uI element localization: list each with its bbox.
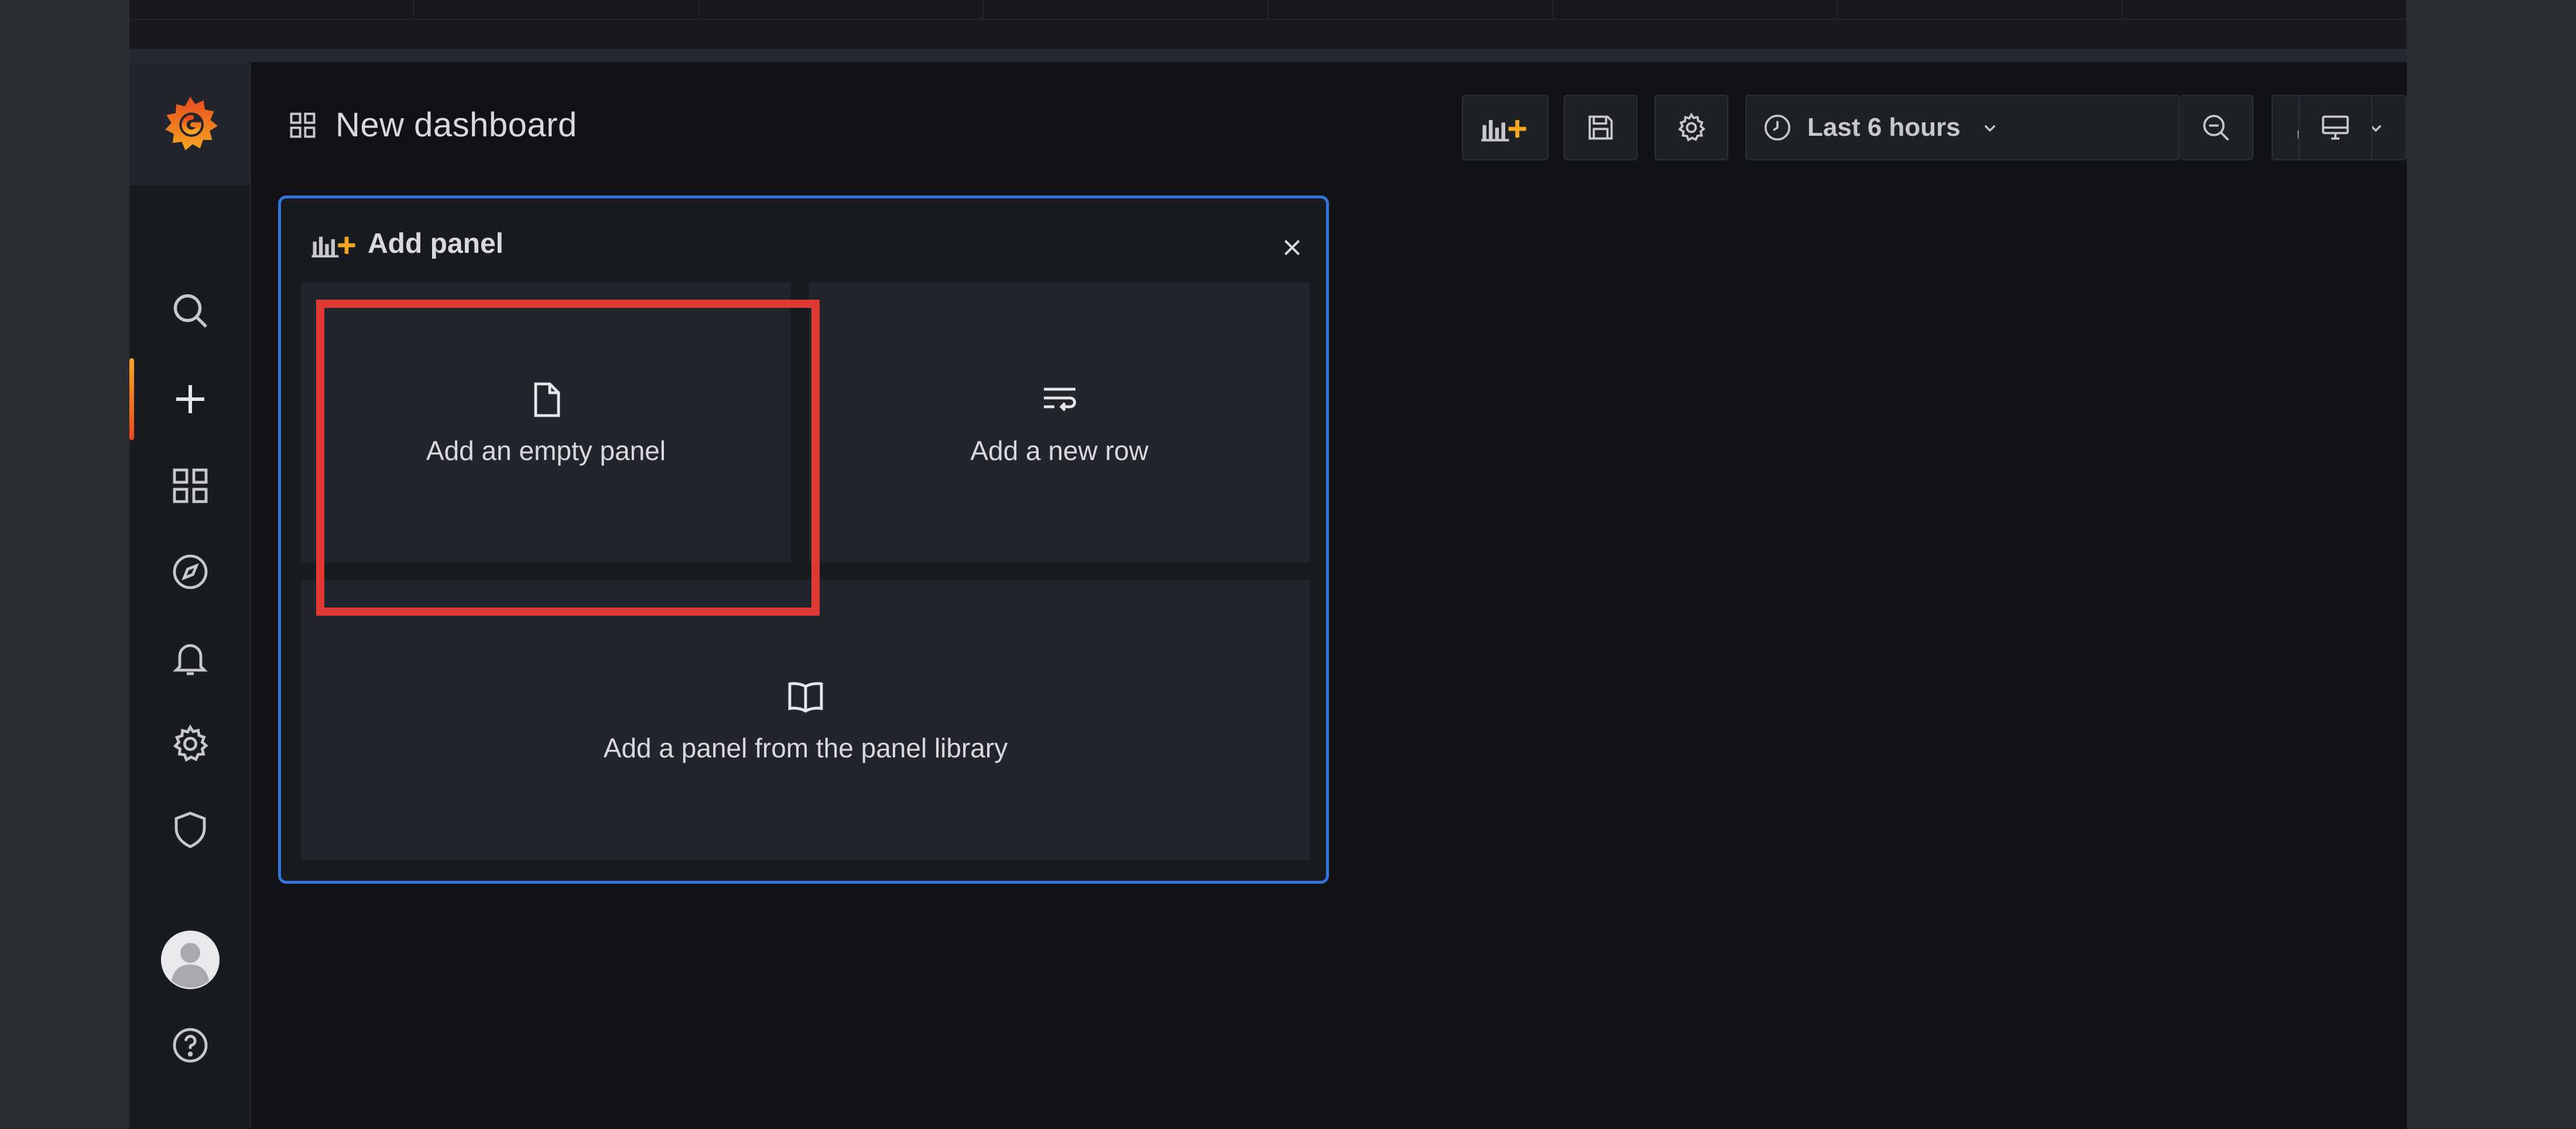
zoom-out-icon [2203, 115, 2229, 141]
close-button[interactable] [1276, 231, 1308, 264]
shield-icon [174, 811, 206, 849]
sidebar-item-server-admin[interactable] [129, 798, 251, 862]
compass-icon [173, 554, 208, 589]
sidebar-item-create[interactable] [129, 367, 251, 431]
add-new-row-option[interactable]: Add a new row [809, 283, 1310, 562]
option-label: Add a new row [970, 435, 1149, 466]
apps-grid-icon [173, 468, 208, 503]
add-panel-title: Add panel [368, 228, 504, 259]
save-dashboard-button[interactable] [1564, 95, 1638, 160]
dashboard-settings-button[interactable] [1654, 95, 1728, 160]
top-band [129, 49, 2407, 62]
sidebar-item-configuration[interactable] [129, 712, 251, 776]
tv-mode-button[interactable] [2298, 95, 2372, 160]
time-range-label: Last 6 hours [1807, 113, 1961, 142]
bell-icon [173, 644, 208, 675]
add-panel-icon [311, 236, 355, 258]
sidebar-item-search[interactable] [129, 279, 251, 343]
option-label: Add a panel from the panel library [603, 733, 1008, 763]
add-panel-button[interactable] [1462, 95, 1549, 160]
file-icon [534, 382, 560, 417]
add-panel-icon [1481, 120, 1526, 142]
sidebar-item-profile[interactable] [129, 928, 251, 992]
monitor-icon [2322, 115, 2349, 140]
clock-icon [1764, 114, 1791, 141]
sidebar-item-alerting[interactable] [129, 626, 251, 690]
add-panel-card: Add panel Add an empty panel Add a new r… [278, 195, 1329, 884]
grafana-app: New dashboard Last 6 hours Add panel Add… [129, 0, 2407, 1129]
chevron-down-icon [1984, 125, 1996, 132]
time-range-picker[interactable]: Last 6 hours [1745, 95, 2180, 160]
save-icon [1588, 115, 1613, 140]
close-icon [1284, 239, 1300, 256]
sidebar-item-dashboards[interactable] [129, 454, 251, 518]
help-icon [173, 1028, 208, 1063]
add-panel-header: Add panel [310, 228, 503, 260]
plus-icon [176, 385, 204, 413]
sidebar [129, 62, 251, 1129]
top-strip [129, 0, 2407, 62]
book-icon [788, 682, 823, 713]
add-library-panel-option[interactable]: Add a panel from the panel library [302, 580, 1310, 860]
gear-icon [1678, 112, 1705, 142]
gear-icon [173, 724, 208, 762]
top-tab-dividers [129, 0, 2407, 20]
search-icon [173, 294, 207, 328]
avatar [161, 931, 220, 989]
row-icon [1043, 387, 1076, 411]
sidebar-item-explore[interactable] [129, 540, 251, 604]
add-empty-panel-option[interactable]: Add an empty panel [302, 283, 790, 562]
sidebar-item-help[interactable] [129, 1013, 251, 1077]
option-label: Add an empty panel [426, 435, 666, 466]
zoom-out-button[interactable] [2180, 95, 2253, 160]
toolbar: Last 6 hours [129, 95, 2407, 160]
